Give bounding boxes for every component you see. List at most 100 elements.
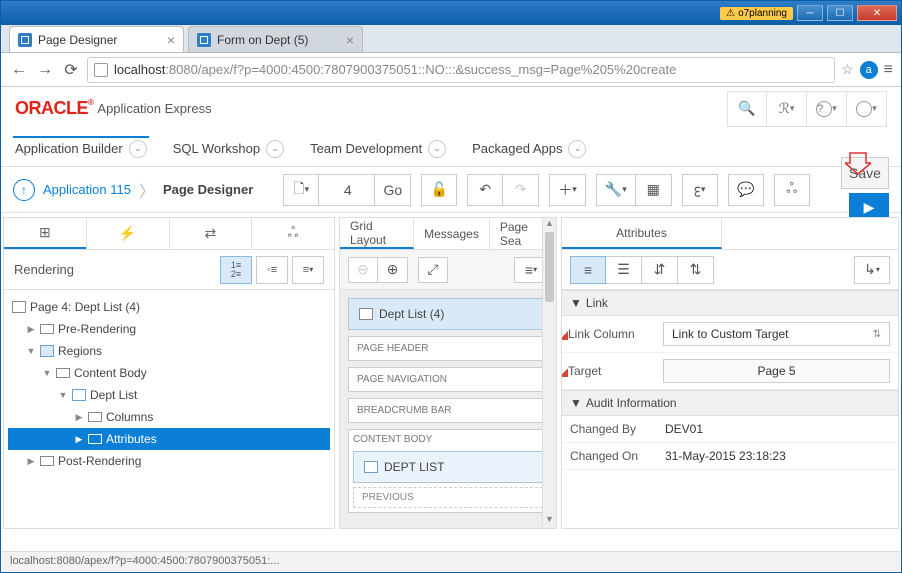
menu-team-dev[interactable]: Team Development⌄ <box>308 136 448 162</box>
comment-button[interactable]: 💬 <box>728 174 764 206</box>
scroll-down-icon[interactable]: ▼ <box>543 514 556 528</box>
expand-icon[interactable]: ▶ <box>74 434 84 445</box>
collapse-icon[interactable]: ▼ <box>26 346 36 356</box>
scrollbar[interactable]: ▲ ▼ <box>542 218 556 528</box>
extension-icon[interactable]: a <box>860 61 878 79</box>
tree-icon: ⊞ <box>39 224 51 241</box>
target-button[interactable]: Page 5 <box>663 359 890 383</box>
zoom-out-button[interactable]: ⊖ <box>348 257 378 283</box>
view-all-button[interactable]: ≡ <box>570 256 606 284</box>
breadcrumb-app[interactable]: Application 115 <box>43 182 131 197</box>
tab-dynamic-actions[interactable]: ⚡ <box>86 218 169 249</box>
link-column-select[interactable]: Link to Custom Target⇅ <box>663 322 890 346</box>
shared-button[interactable]: ▦ <box>636 174 672 206</box>
annotation-arrow <box>845 151 871 175</box>
layout-section[interactable]: BREADCRUMB BAR <box>348 398 548 423</box>
layout-region-dept[interactable]: Dept List <box>353 451 543 483</box>
chevron-down-icon: ⌄ <box>428 140 446 158</box>
user-menu[interactable]: ▾ <box>847 91 887 127</box>
zoom-in-button[interactable]: ⊕ <box>378 257 408 283</box>
tab-rendering[interactable]: ⊞ <box>4 218 86 249</box>
team-button[interactable]: ᢄ▾ <box>682 174 718 206</box>
browser-tab-inactive[interactable]: Form on Dept (5) × <box>188 26 363 52</box>
tree-node-regions[interactable]: ▼Regions <box>8 340 330 362</box>
required-icon <box>562 365 568 377</box>
prop-value: 31-May-2015 23:18:23 <box>665 449 890 463</box>
lock-button[interactable]: 🔓 <box>421 174 457 206</box>
tree-node-post[interactable]: ▶Post-Rendering <box>8 450 330 472</box>
prop-changed-by: Changed By DEV01 <box>562 416 898 443</box>
page-number-input[interactable]: 4 <box>319 174 375 206</box>
forward-button[interactable]: → <box>35 60 55 80</box>
tab-grid-layout[interactable]: Grid Layout <box>340 218 414 249</box>
tree-node-content-body[interactable]: ▼Content Body <box>8 362 330 384</box>
right-tools: ≡ ☰ ⇵ ⇅ ↳▾ <box>562 250 898 290</box>
utils-group: 🔧▾ ▦ <box>596 174 672 206</box>
expand-icon[interactable]: ▶ <box>26 456 36 467</box>
tree-node-columns[interactable]: ▶Columns <box>8 406 330 428</box>
expand-icon[interactable]: ▶ <box>26 324 36 335</box>
create-button[interactable]: ＋▾ <box>549 174 586 206</box>
goto-menu-button[interactable]: ↳▾ <box>854 256 890 284</box>
tab-shared[interactable]: ஃ <box>251 218 334 249</box>
bookmark-icon[interactable]: ☆ <box>841 61 854 78</box>
layout-slot[interactable]: PREVIOUS <box>353 487 543 508</box>
tab-attributes[interactable]: Attributes <box>562 218 722 249</box>
shared-comp-button[interactable]: ஃ <box>774 174 810 206</box>
layout-section-content[interactable]: CONTENT BODY Dept List PREVIOUS <box>348 429 548 513</box>
menu-packaged-apps[interactable]: Packaged Apps⌄ <box>470 136 588 162</box>
close-tab-icon[interactable]: × <box>346 32 354 48</box>
layout-region-page[interactable]: Dept List (4) <box>348 298 548 330</box>
scroll-thumb[interactable] <box>545 232 554 302</box>
address-bar[interactable]: localhost :8080/apex/f?p=4000:4500:78079… <box>87 57 835 83</box>
search-icon: 🔍 <box>738 100 755 117</box>
window-minimize[interactable]: ─ <box>797 5 823 21</box>
view-group-button[interactable]: ◦≡ <box>256 256 288 284</box>
close-tab-icon[interactable]: × <box>167 32 175 48</box>
view-common-button[interactable]: ☰ <box>606 256 642 284</box>
undo-button[interactable]: ↶ <box>467 174 503 206</box>
back-button[interactable]: ← <box>9 60 29 80</box>
tab-title: Page Designer <box>38 33 117 47</box>
help-menu[interactable]: ?▾ <box>807 91 847 127</box>
menu-sql-workshop[interactable]: SQL Workshop⌄ <box>171 136 286 162</box>
prop-section-link[interactable]: ▼Link <box>562 290 898 316</box>
expand-button[interactable]: ⤢ <box>418 257 448 283</box>
expand-icon[interactable]: ▶ <box>74 412 84 423</box>
prop-label: Link Column <box>568 327 663 341</box>
tab-processing[interactable]: ⇄ <box>169 218 252 249</box>
prop-section-audit[interactable]: ▼Audit Information <box>562 390 898 416</box>
tree-node-dept-list[interactable]: ▼Dept List <box>8 384 330 406</box>
browser-tab-active[interactable]: Page Designer × <box>9 26 184 52</box>
left-tabs: ⊞ ⚡ ⇄ ஃ <box>4 218 334 250</box>
admin-menu[interactable]: ℛ▾ <box>767 91 807 127</box>
page-finder-button[interactable]: 🗋▾ <box>283 174 319 206</box>
chevron-down-icon: ⌄ <box>568 140 586 158</box>
search-button[interactable]: 🔍 <box>727 91 767 127</box>
redo-button[interactable]: ↷ <box>503 174 539 206</box>
scroll-up-icon[interactable]: ▲ <box>543 218 556 232</box>
collapse-icon[interactable]: ▼ <box>42 368 52 378</box>
layout-section[interactable]: PAGE NAVIGATION <box>348 367 548 392</box>
view-toggle2-button[interactable]: ⇅ <box>678 256 714 284</box>
view-menu-button[interactable]: ≡▾ <box>292 256 324 284</box>
view-toggle-button[interactable]: ⇵ <box>642 256 678 284</box>
window-close[interactable]: ✕ <box>857 5 897 21</box>
tab-messages[interactable]: Messages <box>414 218 490 249</box>
window-maximize[interactable]: ☐ <box>827 5 853 21</box>
tree-node-page[interactable]: Page 4: Dept List (4) <box>8 296 330 318</box>
go-button[interactable]: Go <box>375 174 411 206</box>
utilities-button[interactable]: 🔧▾ <box>596 174 636 206</box>
layout-section[interactable]: PAGE HEADER <box>348 336 548 361</box>
page-icon <box>359 308 373 320</box>
tree-node-pre[interactable]: ▶Pre-Rendering <box>8 318 330 340</box>
reload-button[interactable]: ⟳ <box>61 60 81 80</box>
collapse-icon[interactable]: ▼ <box>58 390 68 400</box>
tree-node-attributes[interactable]: ▶Attributes <box>8 428 330 450</box>
browser-menu-icon[interactable]: ≡ <box>884 61 893 79</box>
view-list-button[interactable]: 1≡2≡ <box>220 256 252 284</box>
oracle-logo: ORACLE® <box>15 98 93 119</box>
menu-app-builder[interactable]: Application Builder⌄ <box>13 136 149 162</box>
up-icon[interactable]: ↑ <box>13 179 35 201</box>
warning-icon: ⚠ <box>726 8 735 19</box>
